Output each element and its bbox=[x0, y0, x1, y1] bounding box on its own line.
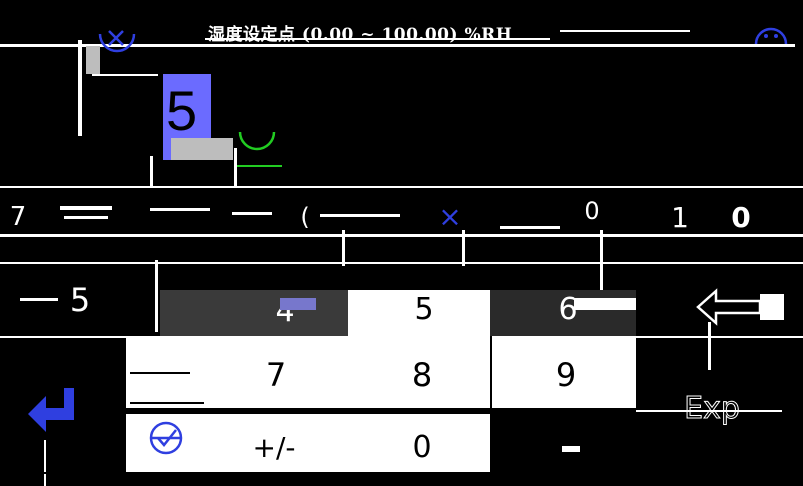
key-5[interactable]: 5 bbox=[404, 286, 444, 332]
top-key[interactable]: × bbox=[430, 198, 470, 234]
check-circle-icon[interactable] bbox=[146, 420, 186, 456]
keypad-panel-row4-right bbox=[560, 414, 636, 472]
key-glyph bbox=[562, 446, 580, 452]
frame-line bbox=[155, 260, 158, 332]
frame-line bbox=[600, 230, 603, 290]
header-accent-right bbox=[560, 30, 690, 32]
top-row: 7 ( × 0 1 0 bbox=[0, 188, 803, 236]
close-circle-icon[interactable] bbox=[96, 26, 138, 56]
enter-arrow-icon[interactable] bbox=[24, 384, 80, 438]
key-0[interactable]: 0 bbox=[402, 426, 442, 468]
kp-divider bbox=[490, 336, 492, 472]
frame-line bbox=[462, 230, 465, 266]
key-exp[interactable]: Exp bbox=[672, 386, 752, 430]
frame-line bbox=[342, 230, 345, 266]
key-glyph bbox=[280, 298, 316, 310]
frame-line bbox=[708, 322, 711, 370]
key-glyph bbox=[130, 402, 204, 404]
value-digit: 5 bbox=[166, 79, 198, 142]
key-glyph bbox=[232, 212, 272, 215]
kp-divider bbox=[126, 408, 636, 414]
key-8[interactable]: 8 bbox=[402, 352, 442, 398]
gray-block bbox=[86, 46, 100, 74]
top-key[interactable]: 0 bbox=[580, 196, 604, 226]
top-key[interactable]: 7 bbox=[0, 202, 36, 232]
key-glyph bbox=[64, 216, 108, 219]
right-arrow-icon[interactable]: 5 bbox=[50, 280, 110, 320]
key-glyph bbox=[636, 410, 782, 412]
frame-line bbox=[78, 40, 82, 136]
top-key[interactable]: ( bbox=[290, 202, 320, 232]
key-4[interactable]: 4 bbox=[260, 290, 310, 332]
key-glyph bbox=[60, 206, 112, 210]
frame-line bbox=[44, 440, 46, 486]
kp-divider bbox=[0, 336, 803, 338]
key-glyph bbox=[500, 226, 560, 229]
left-arrow-row-label: 5 bbox=[0, 280, 130, 320]
row-divider bbox=[0, 262, 803, 264]
key-7[interactable]: 7 bbox=[256, 352, 296, 398]
key-glyph bbox=[130, 372, 190, 374]
green-arc bbox=[234, 122, 282, 172]
bottom-border bbox=[0, 472, 803, 474]
frame-line bbox=[92, 74, 158, 76]
prompt-label: 湿度设定点 (0.00 ~ 100.00) %RH bbox=[208, 25, 513, 45]
frame-line bbox=[234, 148, 237, 188]
keypad-panel-4 bbox=[160, 290, 348, 336]
face-icon[interactable] bbox=[754, 22, 788, 46]
top-key[interactable]: 1 bbox=[668, 201, 692, 234]
key-glyph bbox=[320, 214, 400, 217]
key-glyph bbox=[574, 298, 636, 310]
top-key[interactable]: 0 bbox=[726, 201, 756, 234]
key-glyph bbox=[150, 208, 210, 211]
gray-bar bbox=[171, 138, 233, 160]
key-9[interactable]: 9 bbox=[546, 352, 586, 398]
key-plus-minus[interactable]: +/- bbox=[244, 426, 304, 468]
header-underline-2 bbox=[205, 38, 550, 40]
frame-line bbox=[150, 156, 153, 188]
